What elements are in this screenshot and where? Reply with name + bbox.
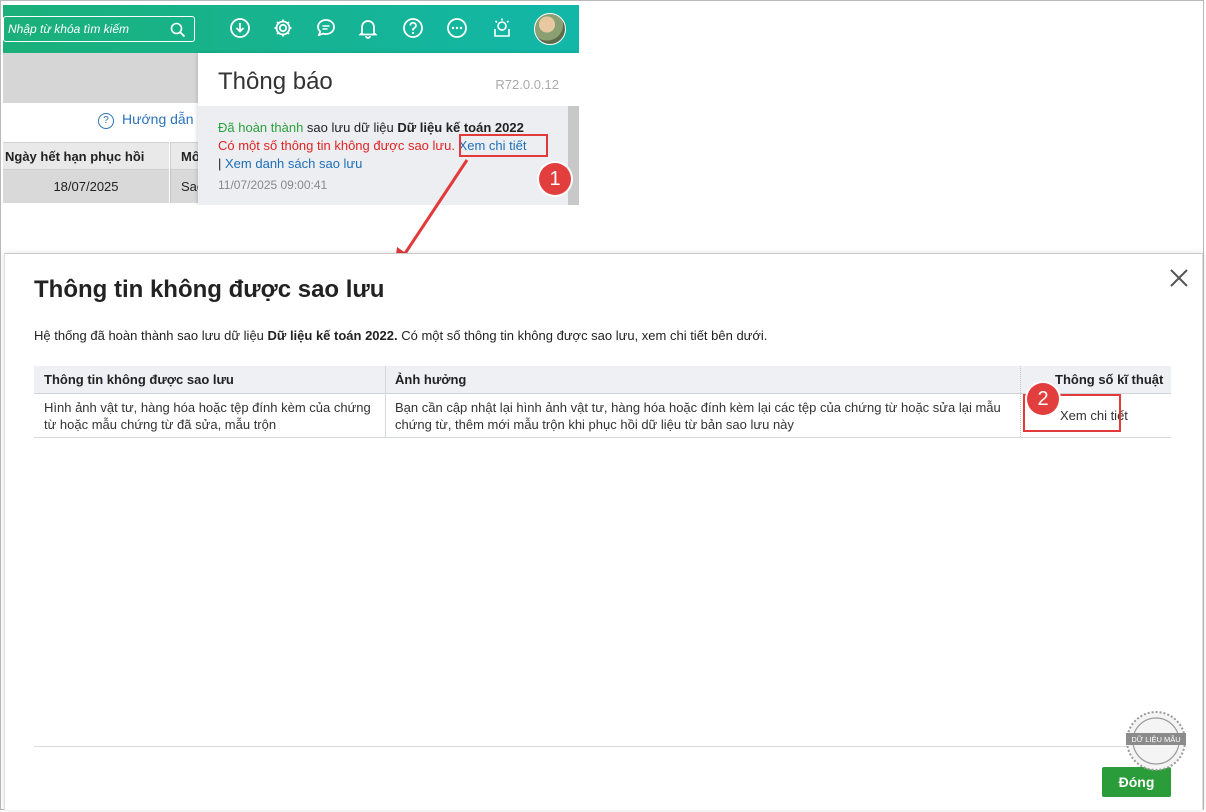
bell-icon[interactable]	[357, 17, 379, 39]
version-label: R72.0.0.12	[495, 77, 559, 92]
background-header-stripe	[3, 53, 198, 103]
notification-title: Thông báo	[218, 68, 333, 95]
status-text: sao lưu dữ liệu	[306, 120, 394, 135]
close-icon[interactable]	[1167, 266, 1191, 290]
cell-impact: Bạn cần cập nhật lại hình ảnh vật tư, hà…	[395, 400, 1001, 432]
guide-link[interactable]: ? Hướng dẫn s	[98, 111, 204, 129]
notification-screenshot: Nhập từ khóa tìm kiếm ? Hướng dẫn s Ngày …	[3, 5, 579, 205]
footer-divider	[34, 746, 1171, 747]
column-header-spec: Thông số kĩ thuật	[1055, 372, 1164, 387]
step-badge-2: 2	[1027, 383, 1059, 415]
table-header: Thông tin không được sao lưu Ảnh hưởng T…	[34, 366, 1171, 394]
help-circle-icon: ?	[98, 113, 114, 129]
chat-icon[interactable]	[315, 17, 337, 39]
bg-col-desc-header: Mô	[170, 142, 200, 170]
unbacked-info-dialog: Thông tin không được sao lưu Hệ thống đã…	[4, 253, 1203, 810]
notification-list-line: | Xem danh sách sao lưu	[218, 156, 362, 171]
separator: |	[218, 156, 222, 171]
bg-col-expiry-header: Ngày hết hạn phục hồi	[3, 142, 169, 170]
dialog-description: Hệ thống đã hoàn thành sao lưu dữ liệu D…	[34, 328, 767, 343]
desc-database: Dữ liệu kế toán 2022.	[267, 328, 398, 343]
search-box[interactable]: Nhập từ khóa tìm kiếm	[3, 16, 195, 42]
guide-link-text: Hướng dẫn s	[122, 111, 205, 127]
bg-cell-expiry: 18/07/2025	[3, 170, 169, 203]
notification-timestamp: 11/07/2025 09:00:41	[218, 178, 328, 192]
database-name: Dữ liệu kế toán 2022	[397, 120, 524, 135]
scrollbar[interactable]	[568, 106, 579, 205]
help-icon[interactable]	[402, 17, 424, 39]
table-row: Hình ảnh vật tư, hàng hóa hoặc tệp đính …	[34, 394, 1171, 438]
status-done: Đã hoàn thành	[218, 120, 304, 135]
search-placeholder: Nhập từ khóa tìm kiếm	[8, 22, 129, 36]
step-badge-1: 1	[539, 163, 571, 195]
column-header-impact: Ảnh hưởng	[395, 372, 467, 387]
stamp-text: DỮ LIỆU MẪU	[1131, 735, 1180, 744]
gear-icon[interactable]	[272, 17, 294, 39]
dialog-title: Thông tin không được sao lưu	[34, 276, 385, 303]
desc-prefix: Hệ thống đã hoàn thành sao lưu dữ liệu	[34, 328, 264, 343]
sample-data-stamp: DỮ LIỆU MẪU	[1126, 711, 1186, 771]
top-navbar: Nhập từ khóa tìm kiếm	[3, 5, 579, 53]
more-icon[interactable]	[446, 17, 468, 39]
desc-suffix: Có một số thông tin không được sao lưu, …	[401, 328, 768, 343]
lightbulb-icon[interactable]	[491, 17, 513, 39]
background-page: ? Hướng dẫn s Ngày hết hạn phục hồi Mô 18…	[3, 53, 209, 205]
download-icon[interactable]	[229, 17, 251, 39]
cell-info: Hình ảnh vật tư, hàng hóa hoặc tệp đính …	[44, 400, 371, 432]
backup-list-link[interactable]: Xem danh sách sao lưu	[225, 156, 362, 171]
avatar[interactable]	[534, 13, 566, 45]
notification-status-line: Đã hoàn thành sao lưu dữ liệu Dữ liệu kế…	[218, 120, 524, 135]
search-icon[interactable]	[170, 22, 186, 38]
column-header-info: Thông tin không được sao lưu	[44, 372, 234, 387]
